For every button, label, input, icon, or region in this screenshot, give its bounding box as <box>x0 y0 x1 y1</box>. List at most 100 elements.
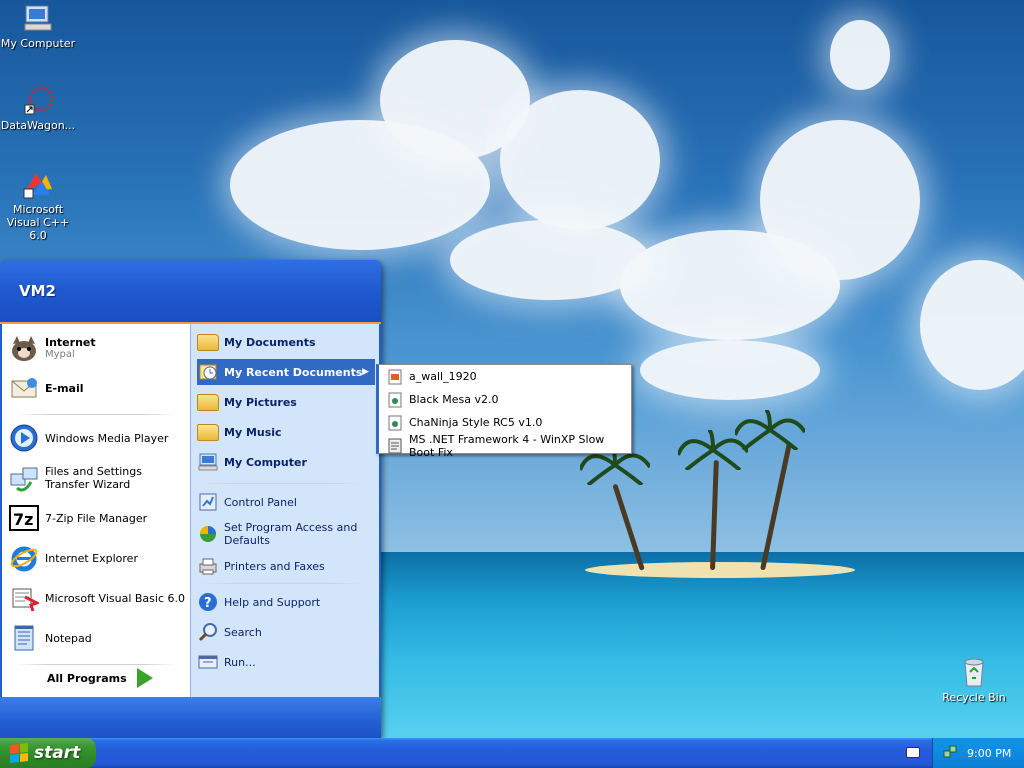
start-item-sublabel: Mypal <box>45 349 75 360</box>
desktop-icon-visual-cpp[interactable]: Microsoft Visual C++ 6.0 <box>0 168 78 242</box>
recent-doc-item[interactable]: a_wall_1920 <box>379 365 631 388</box>
help-icon: ? <box>197 591 219 613</box>
help-label: Help and Support <box>224 595 321 609</box>
recent-documents-submenu: a_wall_1920 Black Mesa v2.0 ChaNinja Sty… <box>376 364 632 459</box>
folder-icon <box>197 331 219 353</box>
place-label: My Recent Documents <box>224 365 363 379</box>
start-item-label: 7-Zip File Manager <box>45 511 148 525</box>
start-menu: VM2 Internet Mypal E-mail Windows Media … <box>0 260 381 738</box>
program-defaults-icon <box>197 523 219 545</box>
pictures-folder-icon <box>197 391 219 413</box>
recent-documents-icon <box>197 361 219 383</box>
desktop-icon-my-computer[interactable]: My Computer <box>0 2 78 50</box>
printer-icon <box>197 555 219 577</box>
system-printers-faxes[interactable]: Printers and Faxes <box>197 553 375 579</box>
system-tray: 9:00 PM <box>932 738 1024 768</box>
menu-separator <box>16 664 176 665</box>
recent-doc-item[interactable]: MS .NET Framework 4 - WinXP Slow Boot Fi… <box>379 432 631 459</box>
start-menu-places-panel: My Documents My Recent Documents ▶ My Pi… <box>190 324 379 697</box>
wallpaper-island <box>585 562 855 578</box>
start-item-email[interactable]: E-mail <box>8 372 188 404</box>
menu-separator <box>16 414 176 415</box>
system-label: Printers and Faxes <box>224 559 325 573</box>
recent-doc-item[interactable]: Black Mesa v2.0 <box>379 388 631 411</box>
place-label: My Computer <box>224 455 307 469</box>
start-item-windows-media-player[interactable]: Windows Media Player <box>8 422 188 454</box>
all-programs-button[interactable]: All Programs <box>47 668 153 688</box>
start-item-7zip[interactable]: 7z 7-Zip File Manager <box>8 502 188 534</box>
help-label: Run... <box>224 655 256 669</box>
start-item-internet-explorer[interactable]: Internet Explorer <box>8 542 188 574</box>
document-icon <box>387 415 403 431</box>
7zip-icon: 7z <box>8 502 40 534</box>
help-and-support[interactable]: ? Help and Support <box>197 589 375 615</box>
recent-doc-label: ChaNinja Style RC5 v1.0 <box>409 416 543 429</box>
system-program-access[interactable]: Set Program Access and Defaults <box>197 518 375 550</box>
menu-separator <box>201 483 361 484</box>
start-item-label: Notepad <box>45 631 92 645</box>
windows-logo-icon <box>10 743 28 763</box>
place-my-documents[interactable]: My Documents <box>197 329 375 355</box>
green-arrow-icon <box>136 668 153 688</box>
control-panel-icon <box>197 491 219 513</box>
place-my-pictures[interactable]: My Pictures <box>197 389 375 415</box>
system-label: Set Program Access and Defaults <box>224 521 358 547</box>
desktop-icon-label: DataWagon... <box>0 119 76 132</box>
start-button[interactable]: start <box>0 738 96 768</box>
desktop-icon-label: Recycle Bin <box>942 691 1006 704</box>
music-folder-icon <box>197 421 219 443</box>
run-item[interactable]: Run... <box>197 649 375 675</box>
system-control-panel[interactable]: Control Panel <box>197 489 375 515</box>
all-programs-label: All Programs <box>47 671 127 685</box>
menu-separator <box>201 583 361 584</box>
system-label: Control Panel <box>224 495 297 509</box>
taskbar: start 9:00 PM <box>0 738 1024 768</box>
start-item-visual-basic[interactable]: Microsoft Visual Basic 6.0 <box>8 582 188 614</box>
start-button-label: start <box>34 743 81 763</box>
recent-doc-label: Black Mesa v2.0 <box>409 393 499 406</box>
start-item-internet[interactable]: Internet Mypal <box>8 332 188 364</box>
script-file-icon <box>387 438 403 454</box>
start-item-label: Files and Settings Transfer Wizard <box>45 465 142 491</box>
start-item-transfer-wizard[interactable]: Files and Settings Transfer Wizard <box>8 462 188 494</box>
place-my-computer[interactable]: My Computer <box>197 449 375 475</box>
desktop-icon-label: My Computer <box>0 37 76 50</box>
place-my-recent-documents[interactable]: My Recent Documents ▶ <box>197 359 375 385</box>
desktop-icon-recycle-bin[interactable]: Recycle Bin <box>934 656 1014 704</box>
start-item-label: Internet <box>45 336 96 349</box>
clock[interactable]: 9:00 PM <box>967 747 1011 760</box>
network-icon[interactable] <box>943 745 957 762</box>
media-player-icon <box>8 422 40 454</box>
search-icon <box>197 621 219 643</box>
notepad-icon <box>8 622 40 654</box>
internet-explorer-icon <box>8 542 40 574</box>
start-menu-programs-panel: Internet Mypal E-mail Windows Media Play… <box>2 324 190 697</box>
document-icon <box>387 392 403 408</box>
submenu-arrow-icon: ▶ <box>362 367 369 377</box>
place-my-music[interactable]: My Music <box>197 419 375 445</box>
svg-text:7z: 7z <box>13 510 33 529</box>
visual-basic-icon <box>8 582 40 614</box>
computer-icon <box>197 451 219 473</box>
my-computer-icon <box>22 2 54 34</box>
help-label: Search <box>224 625 262 639</box>
recent-doc-item[interactable]: ChaNinja Style RC5 v1.0 <box>379 411 631 434</box>
place-label: My Documents <box>224 335 316 349</box>
start-item-notepad[interactable]: Notepad <box>8 622 188 654</box>
visual-cpp-icon <box>22 168 54 200</box>
transfer-wizard-icon <box>8 462 40 494</box>
start-item-label: Internet Explorer <box>45 551 138 565</box>
email-icon <box>8 372 40 404</box>
search-item[interactable]: Search <box>197 619 375 645</box>
desktop-icon-label: Microsoft Visual C++ 6.0 <box>6 203 70 242</box>
recent-doc-label: a_wall_1920 <box>409 370 477 383</box>
keyboard-icon[interactable] <box>906 747 920 758</box>
start-menu-user-name: VM2 <box>0 260 381 324</box>
place-label: My Pictures <box>224 395 297 409</box>
start-item-label: E-mail <box>45 381 84 395</box>
run-icon <box>197 651 219 673</box>
recent-doc-label: MS .NET Framework 4 - WinXP Slow Boot Fi… <box>409 432 605 459</box>
image-file-icon <box>387 369 403 385</box>
recycle-bin-icon <box>958 656 990 688</box>
desktop-icon-datawagon[interactable]: DataWagon... <box>0 84 78 132</box>
